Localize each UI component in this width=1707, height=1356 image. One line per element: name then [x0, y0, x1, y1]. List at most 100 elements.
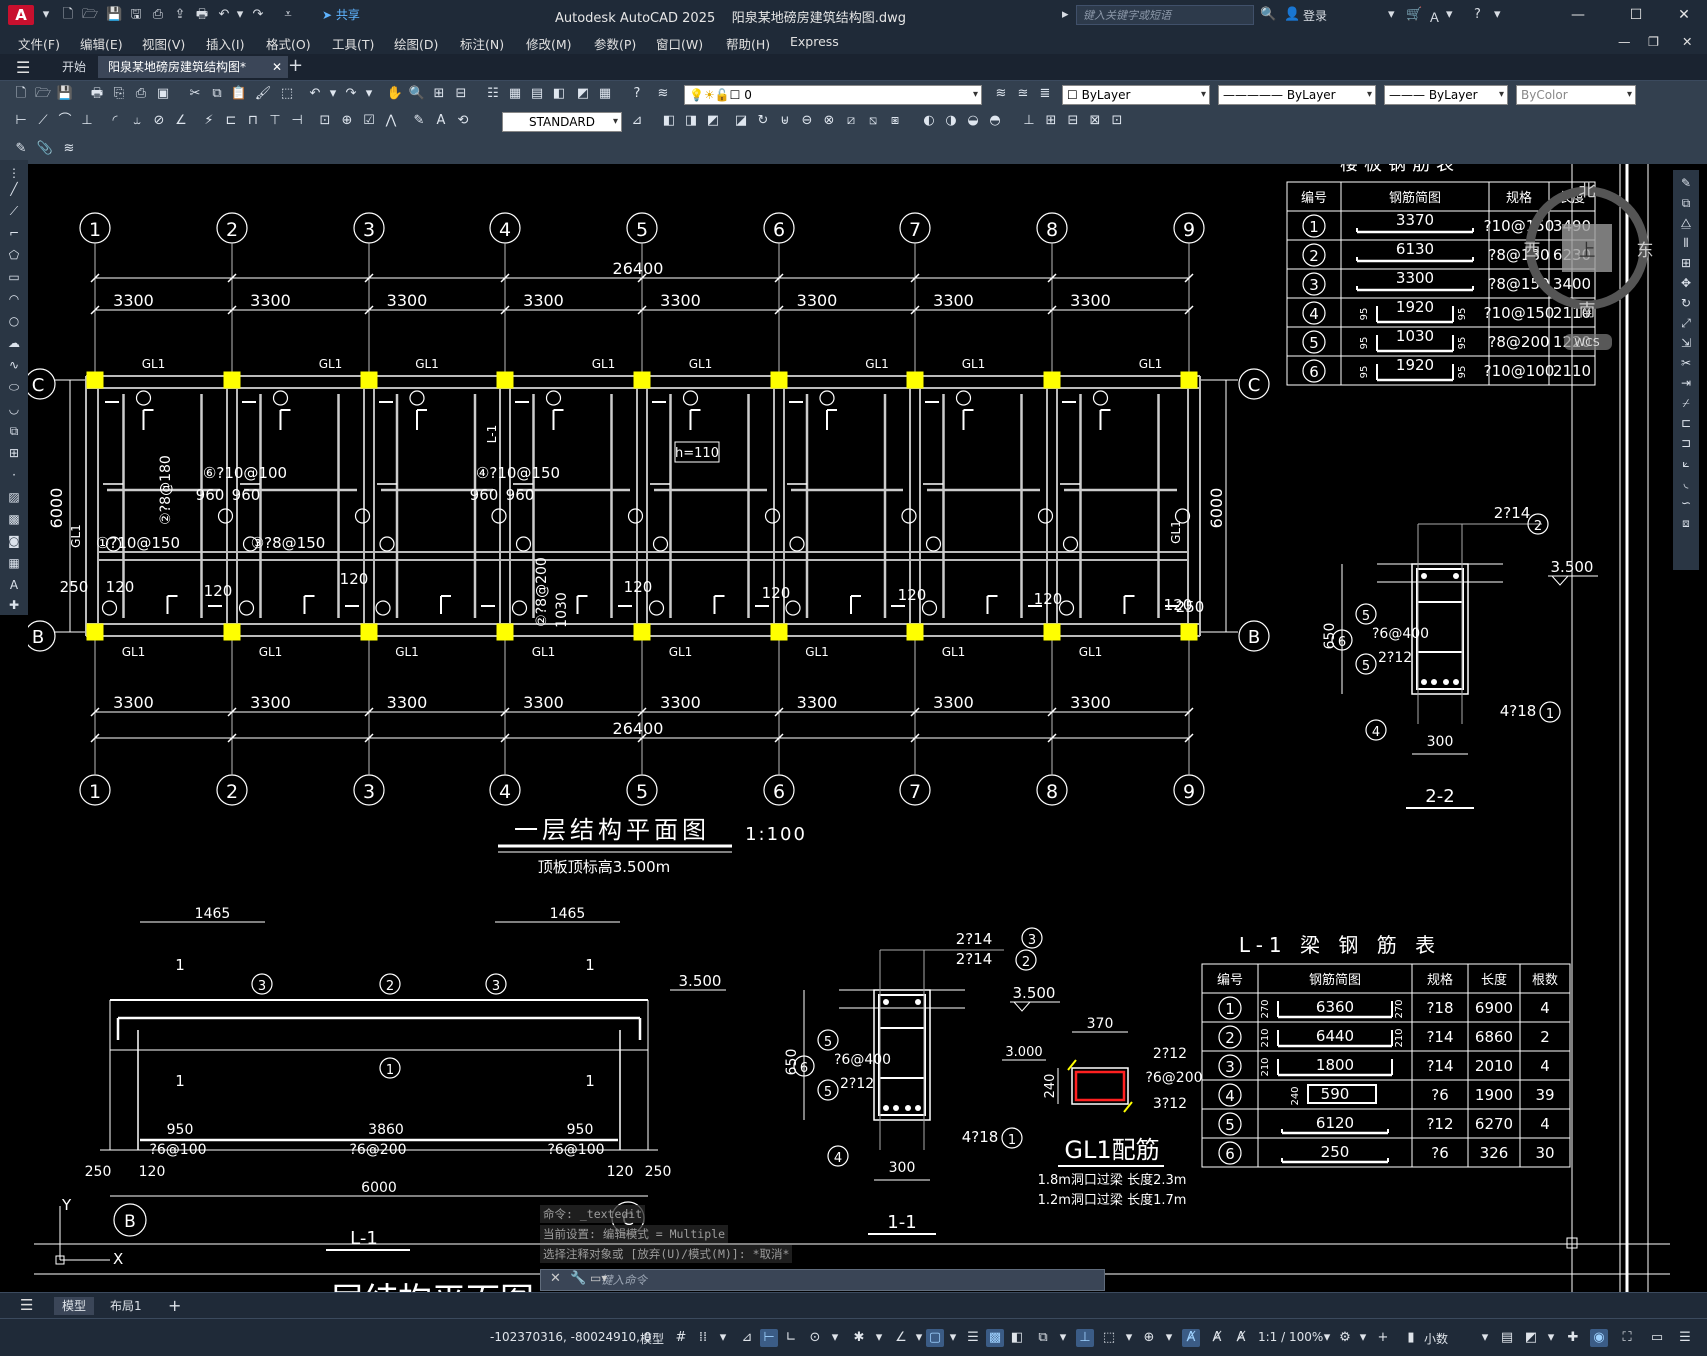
tool-palettes-icon[interactable]: ▤ [528, 86, 546, 102]
customize-qat-icon[interactable]: ⩡ [280, 7, 296, 23]
circle-icon[interactable]: ○ [5, 312, 23, 330]
autodesk-app-icon[interactable]: Ａ [1428, 7, 1441, 26]
ucs-object-icon[interactable]: ⊡ [1108, 113, 1126, 129]
edit-sheet-icon[interactable]: ✎ [12, 141, 30, 157]
coordinates-readout[interactable]: -102370316, -80024910, 0 [490, 1330, 651, 1344]
baseline-icon[interactable]: ⊏ [222, 113, 240, 129]
customize-status-icon[interactable]: ☰ [1676, 1329, 1694, 1347]
ucs-face-icon[interactable]: ⊠ [1086, 113, 1104, 129]
move-icon[interactable]: ✥ [1677, 274, 1695, 292]
viewcube-top[interactable]: 上 [1579, 241, 1596, 261]
units-icon[interactable]: ▮ [1402, 1329, 1420, 1347]
viewcube-east[interactable]: 东 [1637, 241, 1654, 261]
open-folder-icon[interactable]: 🗁 [82, 7, 98, 23]
layer-state-icon[interactable]: ≣ [1036, 86, 1054, 102]
3d-wedge-icon[interactable]: ◨ [682, 113, 700, 129]
snap-icon[interactable]: ⁞⁞ [694, 1329, 712, 1347]
tab-document[interactable]: 阳泉某地磅房建筑结构图* ✕ [98, 56, 288, 78]
autocad-logo-icon[interactable]: A [8, 5, 34, 25]
rotate-icon[interactable]: ↻ [1677, 294, 1695, 312]
plotstyle-dropdown[interactable]: ByColor ▾ [1516, 85, 1636, 105]
command-window[interactable]: 命令: _textedit 当前设置: 编辑模式 = Multiple 选择注释… [540, 1205, 1105, 1291]
close-button[interactable]: ✕ [1664, 4, 1704, 26]
login-dropdown-icon[interactable]: ▾ [1388, 7, 1395, 22]
3d-print-icon[interactable]: ▣ [154, 86, 172, 102]
viewcube-south[interactable]: 南 [1579, 301, 1596, 321]
redo-dropdown-icon[interactable]: ▾ [360, 86, 378, 102]
inspect-icon[interactable]: ☑ [360, 113, 378, 129]
menu-draw[interactable]: 绘图(D) [394, 34, 438, 53]
multiline-text-icon[interactable]: A [5, 576, 23, 594]
menu-tools[interactable]: 工具(T) [332, 34, 374, 53]
menu-file[interactable]: 文件(F) [18, 34, 60, 53]
make-block-icon[interactable]: ⊞ [5, 444, 23, 462]
app-dropdown-icon[interactable]: ▾ [1446, 7, 1453, 22]
new-icon[interactable]: 🗋 [12, 86, 30, 102]
dim-text-edit-icon[interactable]: A [432, 113, 450, 129]
open-icon[interactable]: 🗁 [34, 86, 52, 102]
radius-icon[interactable]: ◜ [106, 113, 124, 129]
line-icon[interactable]: ╱ [5, 180, 23, 198]
cart-icon[interactable]: 🛒 [1406, 7, 1422, 22]
help-icon[interactable]: ? [628, 86, 646, 102]
transparency-icon[interactable]: ▩ [986, 1329, 1004, 1347]
lock-ui-icon[interactable]: ◩ [1522, 1329, 1540, 1347]
menu-view[interactable]: 视图(V) [142, 34, 185, 53]
3d-osnap-icon[interactable]: ⧉ [1034, 1329, 1052, 1347]
add-selected-icon[interactable]: ✚ [5, 596, 23, 614]
continue-icon[interactable]: ⊓ [244, 113, 262, 129]
material-icon[interactable]: ◓ [986, 113, 1004, 129]
lineweight-icon[interactable]: ☰ [964, 1329, 982, 1347]
dropdown-arrow-icon[interactable]: ▾ [38, 7, 54, 23]
polygon-icon[interactable]: ⬠ [5, 246, 23, 264]
units-dropdown-icon[interactable]: ▾ [1476, 1329, 1494, 1347]
space-icon[interactable]: ⊤ [266, 113, 284, 129]
update-icon[interactable]: ⟲ [454, 113, 472, 129]
extrude-icon[interactable]: ◪ [732, 113, 750, 129]
quick-properties-icon[interactable]: ▤ [1498, 1329, 1516, 1347]
expand-arrow-icon[interactable]: ▸ [1062, 7, 1069, 22]
trim-icon[interactable]: ✂ [1677, 354, 1695, 372]
join-icon[interactable]: ⊐ [1677, 434, 1695, 452]
layer-properties-icon[interactable]: ≋ [654, 86, 672, 102]
jogged-linear-icon[interactable]: ⋀ [382, 113, 400, 129]
erase-icon[interactable]: ✎ [1677, 174, 1695, 192]
hardware-accel-icon[interactable]: ◉ [1590, 1329, 1608, 1347]
polar-icon[interactable]: ⊙ [806, 1329, 824, 1347]
diameter-icon[interactable]: ⊘ [150, 113, 168, 129]
annotation-scale-icon[interactable]: Ⱥ [1232, 1329, 1250, 1347]
revision-cloud-icon[interactable]: ☁ [5, 334, 23, 352]
clean-screen-icon[interactable]: ⛶ [1618, 1329, 1636, 1347]
construction-line-icon[interactable]: ⟋ [5, 202, 23, 220]
color-dropdown[interactable]: ☐ ByLayer ▾ [1062, 85, 1210, 105]
annotation-monitor-icon[interactable]: + [1374, 1329, 1392, 1347]
selection-cycling-icon[interactable]: ◧ [1008, 1329, 1026, 1347]
osnap-dropdown-icon[interactable]: ▾ [944, 1329, 962, 1347]
redo-icon[interactable]: ↷ [342, 86, 360, 102]
polyline-icon[interactable]: ⌐ [5, 224, 23, 242]
zoom-window-icon[interactable]: ⊞ [430, 86, 448, 102]
layout-menu-icon[interactable]: ☰ [20, 1296, 33, 1314]
scale-dropdown-icon[interactable]: ▾ [1318, 1329, 1336, 1347]
share-button[interactable]: ➤ 共享 [322, 6, 360, 23]
doc-close-button[interactable]: ✕ [1682, 34, 1692, 49]
menu-format[interactable]: 格式(O) [266, 34, 311, 53]
tolerance-icon[interactable]: ⊡ [316, 113, 334, 129]
ellipse-icon[interactable]: ⬭ [5, 378, 23, 396]
dim-style-icon[interactable]: ⊿ [628, 113, 646, 129]
isodraft-icon[interactable]: ✱ [850, 1329, 868, 1347]
tab-model[interactable]: 模型 [54, 1297, 95, 1315]
menu-window[interactable]: 窗口(W) [656, 34, 703, 53]
workspace-gear-icon[interactable]: ⚙ [1336, 1329, 1354, 1347]
copy-icon[interactable]: ⧉ [208, 86, 226, 102]
menu-insert[interactable]: 插入(I) [206, 34, 244, 53]
grid-icon[interactable]: # [672, 1329, 690, 1347]
dynamic-ucs-icon[interactable]: ⊥ [1076, 1329, 1094, 1347]
point-icon[interactable]: · [5, 466, 23, 484]
make-current-icon[interactable]: ≋ [992, 86, 1010, 102]
save-icon[interactable]: 💾 [56, 86, 74, 102]
viewcube[interactable]: 北 西 东 南 上 WCS [1524, 181, 1654, 350]
render-icon[interactable]: ◑ [942, 113, 960, 129]
linetype-dropdown[interactable]: ————— ByLayer ▾ [1218, 85, 1376, 105]
insert-block-icon[interactable]: ⧉ [5, 422, 23, 440]
